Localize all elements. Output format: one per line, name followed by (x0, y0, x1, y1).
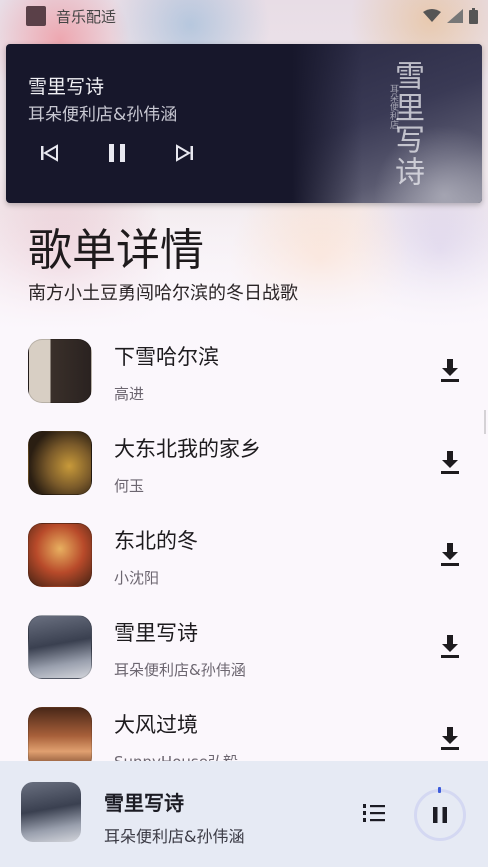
song-list[interactable]: 下雪哈尔滨 高进 大东北我的家乡 何玉 东北的冬 小沈阳 雪里写诗 耳朵便利店&… (0, 325, 488, 761)
battery-icon (469, 8, 478, 24)
song-title: 东北的冬 (114, 529, 198, 553)
now-playing-title: 雪里写诗 (28, 76, 105, 98)
song-row[interactable]: 下雪哈尔滨 高进 (0, 325, 488, 417)
bottom-player[interactable]: 雪里写诗 耳朵便利店&孙伟涵 (0, 761, 488, 867)
skip-previous-icon (41, 144, 58, 162)
playback-controls (38, 142, 196, 164)
song-cover (28, 339, 92, 403)
song-cover (28, 615, 92, 679)
bottom-player-artist: 耳朵便利店&孙伟涵 (104, 827, 245, 846)
song-row[interactable]: 大东北我的家乡 何玉 (0, 417, 488, 509)
song-row[interactable]: 大风过境 SunnyHouse弘毅 (0, 693, 488, 761)
song-row[interactable]: 东北的冬 小沈阳 (0, 509, 488, 601)
song-artist: 小沈阳 (114, 569, 160, 587)
song-cover (28, 523, 92, 587)
song-title: 雪里写诗 (114, 621, 198, 645)
song-artist: 何玉 (114, 477, 145, 495)
song-artist: 耳朵便利店&孙伟涵 (114, 661, 246, 679)
download-icon[interactable] (438, 633, 462, 659)
next-button[interactable] (174, 142, 196, 164)
song-cover (28, 431, 92, 495)
queue-icon[interactable] (362, 801, 386, 825)
signal-icon (447, 9, 463, 23)
playlist-description: 南方小土豆勇闯哈尔滨的冬日战歌 (28, 283, 298, 304)
wifi-icon (423, 9, 441, 22)
bottom-player-cover (21, 782, 81, 842)
now-playing-card[interactable]: 雪里写诗 耳朵便利店 雪里写诗 耳朵便利店&孙伟涵 (6, 44, 482, 203)
song-artist: 高进 (114, 385, 145, 403)
page-title: 歌单详情 (28, 225, 204, 276)
previous-button[interactable] (38, 142, 60, 164)
playback-progress-indicator (438, 787, 441, 793)
pause-icon (433, 807, 447, 823)
play-pause-button[interactable] (414, 789, 466, 841)
song-title: 下雪哈尔滨 (114, 345, 219, 369)
song-artist: SunnyHouse弘毅 (114, 751, 238, 761)
song-cover (28, 707, 92, 761)
download-icon[interactable] (438, 541, 462, 567)
status-icons (423, 8, 478, 24)
pause-icon (109, 144, 125, 162)
artwork-fade (292, 44, 362, 203)
skip-next-icon (176, 144, 193, 162)
bottom-player-title: 雪里写诗 (104, 791, 184, 815)
song-title: 大风过境 (114, 713, 198, 737)
song-row[interactable]: 雪里写诗 耳朵便利店&孙伟涵 (0, 601, 488, 693)
artwork-artist-text: 耳朵便利店 (388, 84, 398, 129)
app-title: 音乐配适 (56, 7, 117, 26)
song-title: 大东北我的家乡 (114, 437, 261, 461)
app-icon (26, 6, 46, 26)
status-bar: 音乐配适 (0, 0, 488, 32)
download-icon[interactable] (438, 449, 462, 475)
scrollbar[interactable] (484, 410, 486, 434)
download-icon[interactable] (438, 357, 462, 383)
pause-button[interactable] (106, 142, 128, 164)
now-playing-artist: 耳朵便利店&孙伟涵 (28, 105, 178, 125)
download-icon[interactable] (438, 725, 462, 751)
